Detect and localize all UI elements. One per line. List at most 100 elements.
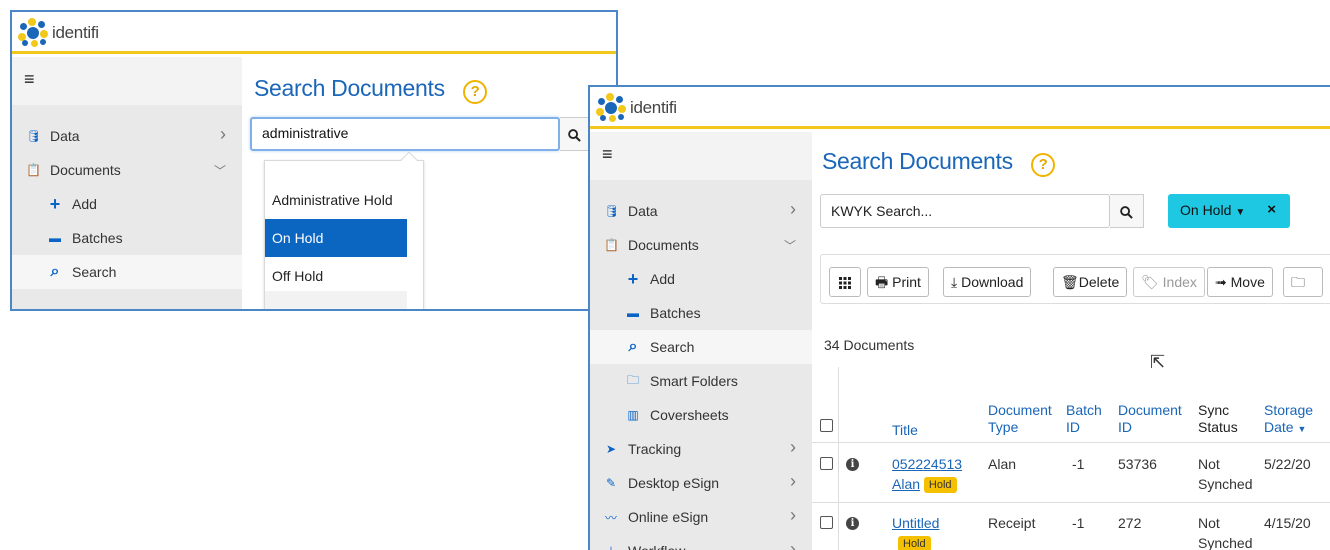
archive-icon: ▬ xyxy=(627,306,639,320)
cell-batch-id: -1 xyxy=(1072,515,1085,531)
sidebar: ≡ 🛢 Data › 📋 Documents ﹀ + Add ▬ Batches ⌕ Search xyxy=(12,57,242,309)
help-icon[interactable]: ? xyxy=(1031,152,1056,177)
plus-icon: + xyxy=(627,268,639,289)
sidebar-item-coversheets[interactable]: ▥ Coversheets xyxy=(590,398,812,432)
move-button[interactable]: ➟ Move xyxy=(1207,267,1273,297)
menu-toggle-icon[interactable]: ≡ xyxy=(590,132,812,180)
document-title-link[interactable]: Alan xyxy=(892,476,920,492)
download-label: Download xyxy=(961,274,1024,290)
smart-folder-button[interactable]: 🗀 xyxy=(1283,267,1323,297)
column-divider xyxy=(838,367,839,550)
sidebar-item-label: Desktop eSign xyxy=(628,475,720,491)
document-toolbar: 🖶 Print ⤓ Download 🗑Delete 🏷 Index ➟ Mov… xyxy=(820,254,1330,304)
info-icon[interactable]: i xyxy=(846,458,859,471)
index-button[interactable]: 🏷 Index xyxy=(1133,267,1205,297)
sidebar-item-online-esign[interactable]: 〰 Online eSign › xyxy=(590,500,812,534)
sidebar-item-tracking[interactable]: ➤ Tracking › xyxy=(590,432,812,466)
move-label: Move xyxy=(1230,274,1265,290)
sidebar-item-smart-folders[interactable]: 🗀 Smart Folders xyxy=(590,364,812,398)
info-icon[interactable]: i xyxy=(846,517,859,530)
search-input[interactable]: administrative xyxy=(250,117,560,151)
delete-label: Delete xyxy=(1078,274,1120,290)
sidebar-item-data[interactable]: 🛢 Data › xyxy=(590,194,812,228)
plus-icon: + xyxy=(49,193,61,214)
autocomplete-dropdown: Administrative Hold On Hold Off Hold xyxy=(264,151,424,309)
search-button[interactable] xyxy=(1110,194,1144,228)
column-header-storage-date[interactable]: Storage Date ▼ xyxy=(1264,402,1313,438)
sidebar-item-documents[interactable]: 📋 Documents ﹀ xyxy=(12,153,242,187)
hold-filter-chip[interactable]: On Hold ▼ × xyxy=(1168,194,1290,228)
cell-sync-status: Not Synched xyxy=(1198,454,1252,494)
sidebar-item-workflow[interactable]: ⊥ Workflow › xyxy=(590,534,812,550)
download-button[interactable]: ⤓ Download xyxy=(943,267,1032,297)
remove-filter-icon[interactable]: × xyxy=(1267,201,1276,218)
sidebar-item-batches[interactable]: ▬ Batches xyxy=(590,296,812,330)
cell-document-id: 272 xyxy=(1118,515,1142,531)
search-button[interactable] xyxy=(560,117,590,151)
sort-desc-icon: ▼ xyxy=(1297,424,1307,434)
dropdown-caret xyxy=(400,151,418,169)
column-header-title[interactable]: Title xyxy=(892,422,918,439)
print-button[interactable]: 🖶 Print xyxy=(867,267,929,297)
columns-button[interactable] xyxy=(829,267,861,297)
header-line: Batch xyxy=(1066,402,1102,418)
sidebar-item-search[interactable]: ⌕ Search xyxy=(12,255,242,289)
sidebar-item-add[interactable]: + Add xyxy=(12,187,242,221)
chevron-right-icon: › xyxy=(220,124,226,144)
move-icon: ➟ xyxy=(1215,274,1227,290)
table-row-title: Untitled Hold xyxy=(892,513,939,550)
header-line: Storage xyxy=(1264,402,1314,418)
header-line: Status xyxy=(1198,419,1238,435)
sidebar-item-label: Search xyxy=(72,264,117,280)
column-header-document-type[interactable]: Document Type xyxy=(988,402,1052,436)
help-icon[interactable]: ? xyxy=(463,79,488,104)
sidebar-item-label: Search xyxy=(650,339,695,355)
cell-sync-status: Not Synched xyxy=(1198,513,1252,550)
document-title-link[interactable]: Untitled xyxy=(892,515,939,531)
chevron-right-icon: › xyxy=(790,505,796,525)
delete-button[interactable]: 🗑Delete xyxy=(1053,267,1128,297)
sidebar-item-data[interactable]: 🛢 Data › xyxy=(12,119,242,153)
sidebar-item-label: Batches xyxy=(650,305,701,321)
top-bar: identifi xyxy=(12,12,616,54)
search-input[interactable]: KWYK Search... xyxy=(820,194,1110,228)
hold-badge: Hold xyxy=(923,477,957,494)
database-icon: 🛢 xyxy=(604,204,620,218)
select-all-checkbox[interactable] xyxy=(820,419,833,432)
sidebar-item-batches[interactable]: ▬ Batches xyxy=(12,221,242,255)
sync-line: Not xyxy=(1198,456,1220,472)
cell-document-id: 53736 xyxy=(1118,456,1157,472)
sidebar-item-documents[interactable]: 📋 Documents ﹀ xyxy=(590,228,812,262)
dropdown-option-administrative-hold[interactable]: Administrative Hold xyxy=(265,181,407,219)
document-count: 34 Documents xyxy=(824,337,915,353)
column-header-document-id[interactable]: Document ID xyxy=(1118,402,1182,436)
cell-storage-date: 4/15/20 xyxy=(1264,515,1311,531)
dropdown-option-on-hold[interactable]: On Hold xyxy=(265,219,407,257)
sidebar-item-search[interactable]: ⌕ Search xyxy=(590,330,812,364)
header-line: Type xyxy=(988,419,1019,435)
page-title: Search Documents xyxy=(254,75,445,101)
brand-name: identifi xyxy=(52,23,99,42)
sync-line: Not xyxy=(1198,515,1220,531)
header-line: Document xyxy=(1118,402,1182,418)
sidebar-item-label: Smart Folders xyxy=(650,373,738,389)
tag-icon: 🏷 xyxy=(1141,274,1159,290)
print-icon: 🖶 xyxy=(875,274,889,290)
identifi-logo[interactable]: identifi xyxy=(18,18,99,48)
dropdown-option-off-hold[interactable]: Off Hold xyxy=(265,257,407,295)
sidebar-item-desktop-esign[interactable]: ✎ Desktop eSign › xyxy=(590,466,812,500)
search-window-back: identifi ≡ 🛢 Data › 📋 Documents ﹀ + Add ▬ Batches… xyxy=(10,10,618,311)
column-header-batch-id[interactable]: Batch ID xyxy=(1066,402,1102,436)
chevron-down-icon: ﹀ xyxy=(213,164,226,178)
row-checkbox[interactable] xyxy=(820,516,833,529)
row-checkbox[interactable] xyxy=(820,457,833,470)
sync-line: Synched xyxy=(1198,535,1253,550)
top-bar: identifi xyxy=(590,87,1330,129)
workflow-icon: ⊥ xyxy=(604,544,618,550)
filter-label: On Hold xyxy=(1180,202,1232,218)
menu-toggle-icon[interactable]: ≡ xyxy=(12,57,242,105)
sidebar-item-add[interactable]: + Add xyxy=(590,262,812,296)
identifi-logo[interactable]: identifi xyxy=(596,93,677,123)
folder-icon: 🗀 xyxy=(626,372,639,387)
document-title-link[interactable]: 052224513 xyxy=(892,456,962,472)
